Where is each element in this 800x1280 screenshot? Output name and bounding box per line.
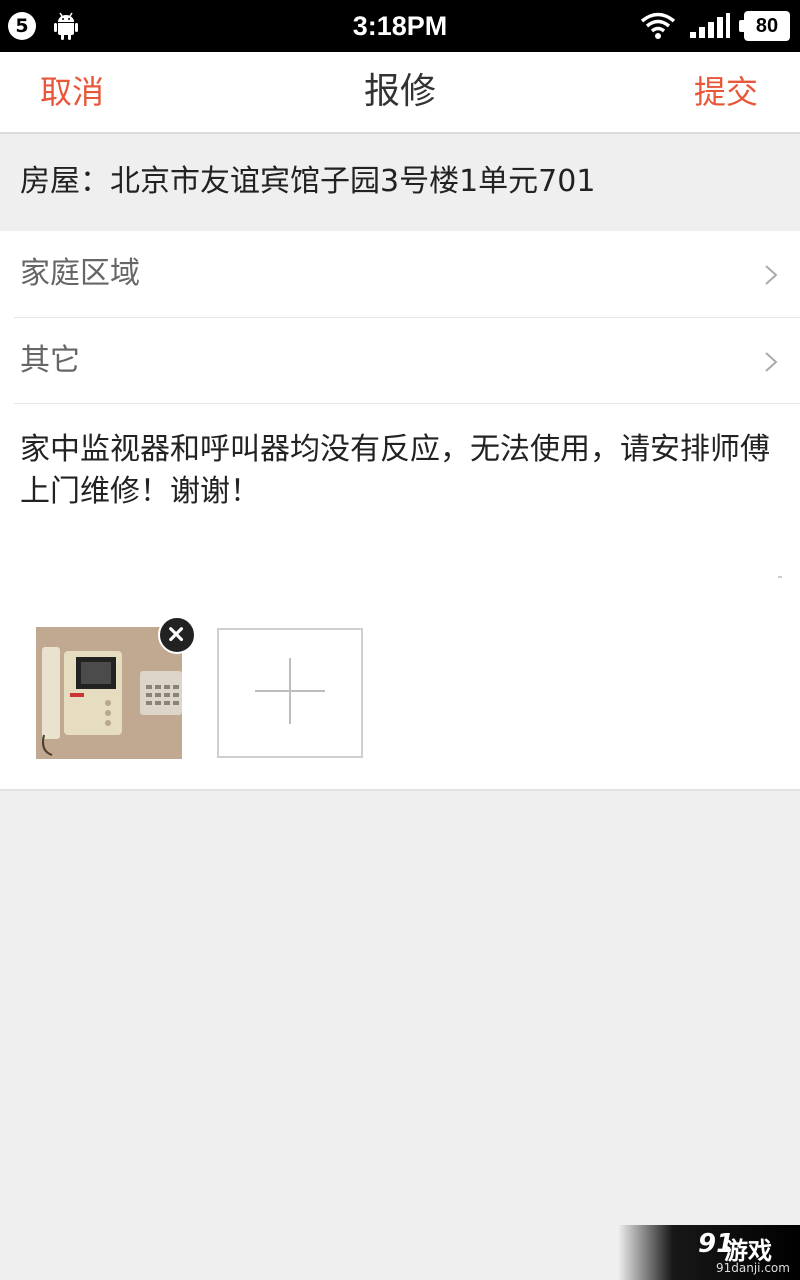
watermark-url: 91danji.com	[716, 1261, 790, 1275]
remove-photo-button[interactable]	[158, 616, 196, 654]
submit-button[interactable]: 提交	[694, 52, 758, 132]
watermark: 91 游戏 91danji.com	[618, 1225, 800, 1280]
attached-photo[interactable]	[36, 627, 182, 759]
wifi-icon	[640, 12, 676, 39]
clock: 3:18PM	[352, 11, 448, 41]
description-textarea[interactable]: 家中监视器和呼叫器均没有反应，无法使用，请安排师傅上门维修！谢谢！	[20, 429, 780, 513]
status-bar: 5 3:18PM 80	[0, 0, 800, 52]
plus-icon	[255, 658, 325, 724]
divider	[14, 403, 800, 404]
battery-indicator: 80	[739, 11, 790, 41]
chevron-right-icon	[765, 352, 778, 372]
navigation-bar: 取消 报修 提交	[0, 52, 800, 134]
area-label: 家庭区域	[20, 256, 140, 291]
chevron-right-icon	[765, 265, 778, 285]
area-selector[interactable]: 家庭区域	[0, 231, 800, 317]
house-address: 房屋：北京市友谊宾馆子园3号楼1单元701	[20, 164, 596, 199]
form-bottom-border	[0, 789, 800, 791]
category-label: 其它	[20, 343, 80, 378]
house-info: 房屋：北京市友谊宾馆子园3号楼1单元701	[0, 134, 800, 230]
add-photo-button[interactable]	[217, 628, 363, 758]
textarea-resize-mark	[778, 576, 782, 578]
repair-form: 家庭区域 其它 家中监视器和呼叫器均没有反应，无法使用，请安排师傅上门维修！谢谢…	[0, 231, 800, 789]
category-selector[interactable]: 其它	[0, 318, 800, 404]
signal-icon	[690, 13, 730, 38]
cancel-button[interactable]: 取消	[40, 52, 104, 132]
page-title: 报修	[363, 71, 436, 112]
